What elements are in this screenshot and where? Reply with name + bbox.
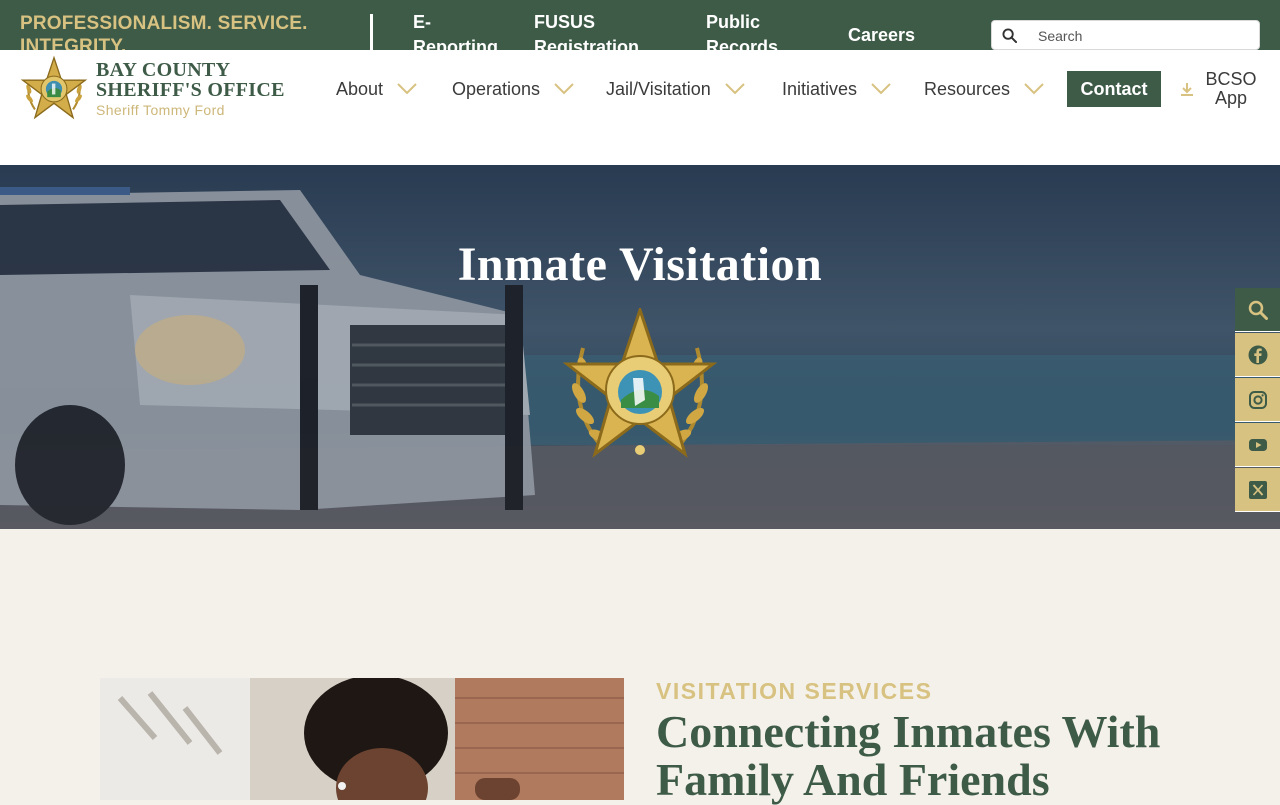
side-search-button[interactable]	[1235, 288, 1280, 332]
nav-initiatives[interactable]: Initiatives	[782, 77, 891, 101]
chevron-down-icon	[1024, 83, 1044, 95]
instagram-link[interactable]	[1235, 378, 1280, 422]
section-title: Connecting Inmates With Family And Frien…	[656, 706, 1161, 805]
x-icon	[1248, 480, 1267, 499]
chevron-down-icon	[871, 83, 891, 95]
hero-title: Inmate Visitation	[457, 238, 823, 291]
nav-operations-label: Operations	[452, 78, 541, 99]
nav-about-label: About	[336, 78, 384, 99]
x-twitter-link[interactable]	[1235, 468, 1280, 512]
nav-operations[interactable]: Operations	[452, 77, 574, 101]
instagram-icon	[1248, 390, 1267, 409]
chevron-down-icon	[397, 83, 417, 95]
bcso-app-label: BCSO App	[1205, 69, 1257, 108]
youtube-link[interactable]	[1235, 423, 1280, 467]
fusus-registration-link[interactable]: FUSUS Registration	[534, 10, 644, 50]
nav-initiatives-label: Initiatives	[782, 78, 858, 99]
search-icon	[1248, 300, 1268, 320]
chevron-down-icon	[554, 83, 574, 95]
brand-name-line2: SHERIFF'S OFFICE	[96, 79, 285, 101]
nav-resources-label: Resources	[924, 78, 1011, 99]
nav-resources[interactable]: Resources	[924, 77, 1044, 101]
e-reporting-link[interactable]: E-Reporting	[413, 10, 508, 50]
main-header: BAY COUNTY SHERIFF'S OFFICE Sheriff Tomm…	[0, 50, 1280, 165]
visitation-photo	[100, 678, 624, 800]
youtube-icon	[1248, 438, 1267, 451]
sheriff-badge-logo[interactable]	[20, 55, 88, 123]
woman-photo-image	[100, 678, 624, 800]
topbar-divider	[370, 14, 373, 50]
facebook-link[interactable]	[1235, 333, 1280, 377]
tagline: PROFESSIONALISM. SERVICE. INTEGRITY.	[20, 13, 308, 50]
facebook-icon	[1248, 345, 1267, 364]
careers-link[interactable]: Careers	[848, 23, 915, 48]
public-records-link[interactable]: Public Records	[706, 10, 786, 50]
bcso-app-link[interactable]: BCSO App	[1180, 70, 1260, 110]
top-utility-bar: PROFESSIONALISM. SERVICE. INTEGRITY. E-R…	[0, 0, 1280, 50]
nav-about[interactable]: About	[336, 77, 417, 101]
sheriff-star-badge	[563, 308, 717, 458]
contact-button[interactable]: Contact	[1067, 71, 1161, 107]
download-icon	[1181, 83, 1193, 96]
brand-subtitle: Sheriff Tommy Ford	[96, 102, 225, 118]
nav-jail-visitation-label: Jail/Visitation	[606, 78, 711, 99]
search-box[interactable]	[991, 20, 1260, 50]
nav-jail-visitation[interactable]: Jail/Visitation	[606, 77, 745, 101]
search-icon	[1002, 28, 1017, 43]
chevron-down-icon	[725, 83, 745, 95]
section-eyebrow: VISITATION SERVICES	[656, 678, 933, 704]
hero-banner: Inmate Visitation	[0, 165, 1280, 529]
search-input[interactable]	[1038, 25, 1248, 47]
